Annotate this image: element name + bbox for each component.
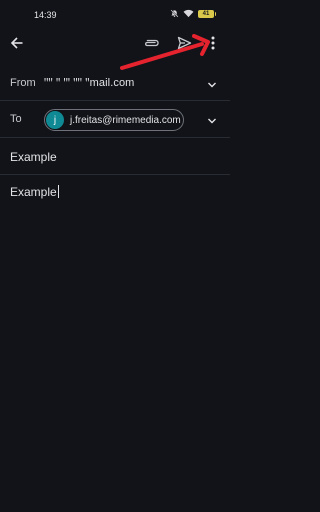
recipient-chip[interactable]: j j.freitas@rimemedia.com bbox=[44, 109, 184, 131]
more-vert-icon bbox=[211, 36, 215, 55]
status-bar: 14:39 41 bbox=[0, 0, 230, 30]
recipient-email: j.freitas@rimemedia.com bbox=[70, 114, 181, 126]
more-options-button[interactable] bbox=[206, 36, 220, 54]
divider bbox=[0, 137, 230, 138]
subject-field[interactable]: Example bbox=[10, 150, 57, 164]
status-icons: 41 bbox=[170, 9, 216, 18]
compose-body-field[interactable]: Example bbox=[10, 185, 59, 199]
status-time: 14:39 bbox=[34, 10, 57, 20]
to-chevron-down-icon[interactable] bbox=[206, 114, 218, 126]
divider bbox=[0, 174, 230, 175]
avatar: j bbox=[46, 111, 64, 129]
from-chevron-down-icon[interactable] bbox=[206, 78, 218, 90]
send-icon bbox=[177, 36, 192, 55]
from-value: ꞌꞌꞌꞌ ꞌꞌ ꞌꞌꞌ ꞌꞌꞌꞌ ꞌꞌmail.com bbox=[44, 77, 135, 89]
back-button[interactable] bbox=[8, 36, 26, 54]
paperclip-icon bbox=[144, 35, 160, 56]
text-cursor bbox=[57, 185, 59, 198]
battery-icon: 41 bbox=[198, 9, 216, 18]
back-arrow-icon bbox=[10, 36, 24, 55]
send-button[interactable] bbox=[175, 36, 193, 54]
mute-icon bbox=[170, 9, 179, 18]
from-row[interactable]: From ꞌꞌꞌꞌ ꞌꞌ ꞌꞌꞌ ꞌꞌꞌꞌ ꞌꞌmail.com bbox=[0, 70, 230, 100]
body-text: Example bbox=[10, 185, 57, 199]
from-label: From bbox=[10, 77, 36, 89]
attach-button[interactable] bbox=[143, 36, 161, 54]
to-label: To bbox=[10, 113, 22, 125]
wifi-icon bbox=[183, 9, 194, 18]
